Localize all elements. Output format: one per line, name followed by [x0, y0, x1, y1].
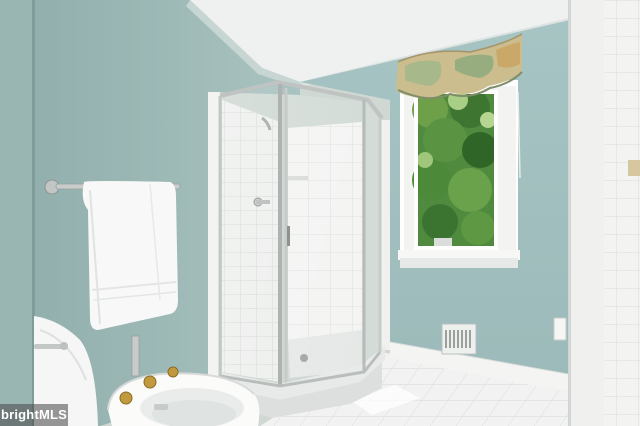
bathroom-photo: brightMLS	[0, 0, 640, 426]
tiled-pillar	[568, 0, 606, 426]
window	[398, 80, 521, 268]
wall-outlet	[553, 317, 567, 341]
brass-knob	[143, 375, 157, 389]
brass-knob	[119, 391, 133, 405]
shower-door-handle	[287, 226, 290, 246]
air-vent	[441, 323, 477, 355]
hanging-towel	[82, 181, 178, 330]
bathroom-illustration	[0, 0, 640, 426]
photo-watermark: brightMLS	[0, 404, 68, 426]
bidet-faucet	[131, 335, 140, 377]
brass-knob	[167, 366, 179, 378]
shower-enclosure	[208, 79, 390, 418]
